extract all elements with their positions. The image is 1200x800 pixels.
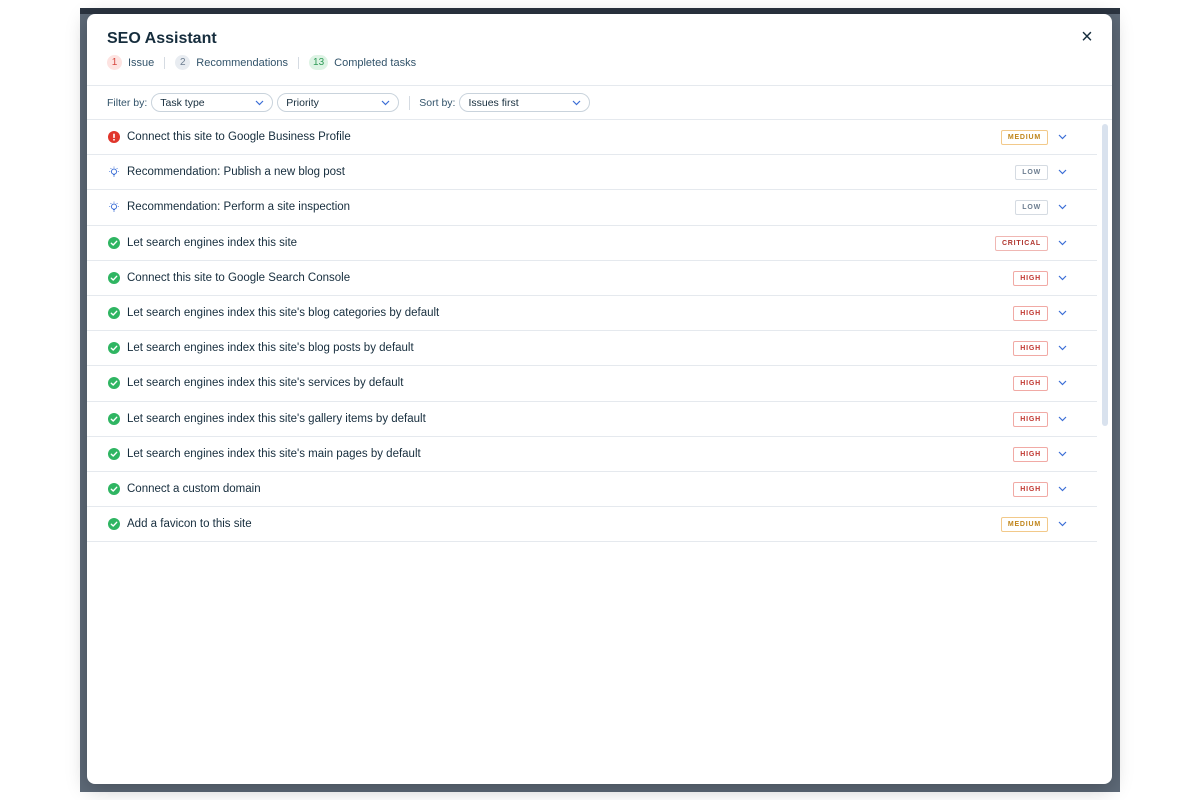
close-button[interactable]: ×	[1076, 26, 1098, 48]
task-title: Let search engines index this site's ser…	[127, 377, 404, 390]
task-title: Add a favicon to this site	[127, 518, 252, 531]
chevron-down-icon[interactable]	[1055, 235, 1069, 251]
task-list: Connect this site to Google Business Pro…	[87, 120, 1097, 543]
priority-badge: HIGH	[1013, 305, 1048, 321]
chevron-down-icon[interactable]	[1055, 199, 1069, 215]
task-row[interactable]: Connect this site to Google Business Pro…	[87, 120, 1097, 156]
priority-badge: MEDIUM	[1000, 517, 1048, 533]
task-row[interactable]: Let search engines index this site's mai…	[87, 437, 1097, 472]
task-row[interactable]: Recommendation: Perform a site inspectio…	[87, 190, 1097, 226]
task-row[interactable]: Recommendation: Publish a new blog post L…	[87, 155, 1097, 191]
scrollbar-thumb[interactable]	[1102, 124, 1108, 426]
check-circle-icon	[108, 342, 120, 355]
task-row[interactable]: Connect a custom domain HIGH	[87, 472, 1097, 508]
priority-value: Priority	[286, 96, 319, 109]
priority-badge: CRITICAL	[994, 235, 1048, 251]
task-title: Recommendation: Perform a site inspectio…	[127, 201, 351, 214]
check-circle-icon	[108, 518, 120, 531]
task-row[interactable]: Let search engines index this site's ser…	[87, 366, 1097, 402]
scrollbar[interactable]	[1102, 124, 1108, 774]
chevron-down-icon[interactable]	[1055, 164, 1069, 180]
task-title: Connect a custom domain	[127, 482, 261, 495]
task-row[interactable]: Let search engines index this site's gal…	[87, 402, 1097, 437]
priority-badge: HIGH	[1013, 411, 1048, 427]
check-circle-icon	[108, 236, 120, 249]
priority-badge: HIGH	[1013, 270, 1048, 286]
chevron-down-icon[interactable]	[1055, 129, 1069, 145]
alert-circle-icon	[108, 131, 120, 144]
task-title: Let search engines index this site's mai…	[127, 447, 421, 460]
priority-badge: LOW	[1015, 200, 1048, 216]
sort-value: Issues first	[468, 96, 519, 109]
task-title: Connect this site to Google Search Conso…	[127, 271, 351, 284]
modal-title: SEO Assistant	[107, 30, 217, 47]
chevron-down-icon[interactable]	[1055, 270, 1069, 286]
priority-badge: LOW	[1015, 165, 1048, 181]
check-circle-icon	[108, 412, 120, 425]
recommendation-count-badge: 2	[175, 55, 191, 70]
lightbulb-icon	[108, 201, 120, 213]
issue-count-badge: 1	[107, 55, 122, 70]
filter-divider	[409, 95, 411, 110]
task-row[interactable]: Add a favicon to this site MEDIUM	[87, 507, 1097, 543]
priority-badge: HIGH	[1013, 341, 1048, 357]
priority-badge: MEDIUM	[1000, 130, 1048, 145]
chevron-down-icon[interactable]	[1055, 375, 1069, 391]
chevron-down-icon	[255, 98, 264, 108]
chevron-down-icon[interactable]	[1055, 411, 1069, 427]
recommendation-label: Recommendations	[196, 56, 289, 69]
check-circle-icon	[108, 482, 120, 495]
modal-header: SEO Assistant × 1 Issue 2 Recommendation…	[87, 14, 1112, 86]
priority-badge: HIGH	[1013, 481, 1048, 497]
filter-bar: Filter by: Task type Priority Sort by: I…	[87, 86, 1112, 120]
summary-divider	[298, 56, 300, 69]
task-title: Connect this site to Google Business Pro…	[127, 131, 351, 144]
chevron-down-icon[interactable]	[1055, 340, 1069, 356]
chevron-down-icon[interactable]	[1055, 305, 1069, 321]
chevron-down-icon	[572, 98, 581, 108]
completed-label: Completed tasks	[334, 56, 417, 69]
filter-by-label: Filter by:	[107, 96, 148, 109]
seo-assistant-modal: SEO Assistant × 1 Issue 2 Recommendation…	[87, 14, 1112, 784]
task-title: Recommendation: Publish a new blog post	[127, 166, 345, 179]
chevron-down-icon[interactable]	[1055, 516, 1069, 532]
sort-by-label: Sort by:	[419, 96, 456, 109]
completed-count-badge: 13	[309, 55, 329, 70]
priority-dropdown[interactable]: Priority	[277, 93, 400, 112]
priority-badge: HIGH	[1013, 446, 1048, 462]
priority-badge: HIGH	[1013, 376, 1048, 392]
task-title: Let search engines index this site's gal…	[127, 412, 426, 425]
summary-divider	[164, 56, 166, 69]
task-type-value: Task type	[160, 96, 205, 109]
task-row[interactable]: Let search engines index this site's blo…	[87, 296, 1097, 332]
check-circle-icon	[108, 307, 120, 320]
task-row[interactable]: Let search engines index this site CRITIC…	[87, 226, 1097, 261]
check-circle-icon	[108, 447, 120, 460]
check-circle-icon	[108, 377, 120, 390]
task-title: Let search engines index this site	[127, 236, 298, 249]
chevron-down-icon[interactable]	[1055, 446, 1069, 462]
task-title: Let search engines index this site's blo…	[127, 342, 414, 355]
chevron-down-icon	[381, 98, 390, 108]
issue-label: Issue	[128, 56, 155, 69]
task-summary: 1 Issue 2 Recommendations 13 Completed t…	[107, 55, 416, 70]
task-type-dropdown[interactable]: Task type	[151, 93, 274, 112]
task-row[interactable]: Connect this site to Google Search Conso…	[87, 261, 1097, 296]
check-circle-icon	[108, 271, 120, 284]
task-row[interactable]: Let search engines index this site's blo…	[87, 331, 1097, 367]
lightbulb-icon	[108, 166, 120, 178]
task-title: Let search engines index this site's blo…	[127, 307, 440, 320]
chevron-down-icon[interactable]	[1055, 481, 1069, 497]
sort-dropdown[interactable]: Issues first	[459, 93, 591, 112]
